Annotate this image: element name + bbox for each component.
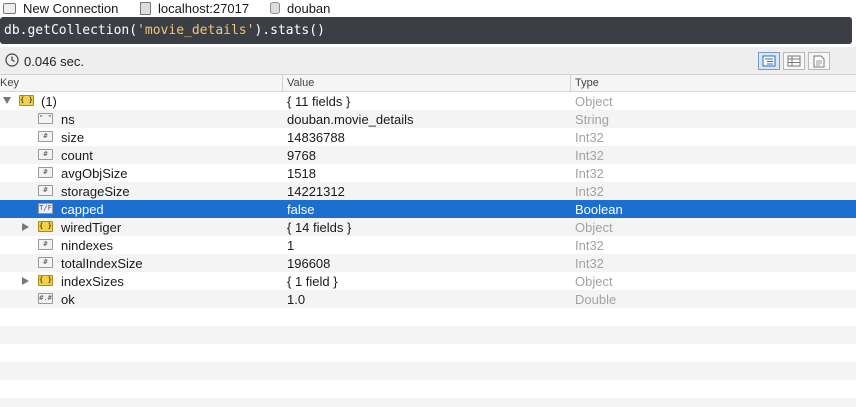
database-icon <box>270 2 280 14</box>
row-type: Object <box>575 274 613 289</box>
view-mode-toggle <box>758 52 833 70</box>
row-value: { 11 fields } <box>287 94 351 109</box>
column-header-value[interactable]: Value <box>287 77 314 89</box>
row-value: 1.0 <box>287 292 306 307</box>
row-type: Object <box>575 220 613 235</box>
query-editor[interactable]: db.getCollection('movie_details').stats(… <box>0 17 852 44</box>
row-value: 9768 <box>287 148 316 163</box>
host-crumb[interactable]: localhost:27017 <box>140 0 249 16</box>
row-key: ns <box>61 112 75 127</box>
row-value: { 14 fields } <box>287 220 352 235</box>
connection-bar: New Connection localhost:27017 douban <box>0 0 856 16</box>
row-type: Object <box>575 94 613 109</box>
row-key: size <box>61 130 85 145</box>
empty-row-stripe <box>0 362 856 380</box>
query-collection-literal: 'movie_details' <box>137 23 255 38</box>
result-status-bar: 0.046 sec. <box>0 47 856 75</box>
row-key: ok <box>61 292 75 307</box>
object-icon: { } <box>38 221 53 232</box>
row-value: 1518 <box>287 166 316 181</box>
row-type: String <box>575 112 609 127</box>
connection-crumb[interactable]: New Connection <box>0 0 118 16</box>
row-value: douban.movie_details <box>287 112 414 127</box>
table-view-button[interactable] <box>783 52 805 70</box>
row-key: (1) <box>41 94 57 109</box>
double-icon: #.# <box>38 293 53 304</box>
query-prefix: db.getCollection( <box>4 23 138 38</box>
int-icon: # <box>38 131 53 142</box>
row-type: Int32 <box>575 148 604 163</box>
row-key: wiredTiger <box>61 220 122 235</box>
database-name: douban <box>287 0 331 16</box>
column-divider[interactable] <box>570 75 571 91</box>
row-value: false <box>287 202 315 217</box>
row-key: storageSize <box>61 184 130 199</box>
row-key: count <box>61 148 93 163</box>
row-key: capped <box>61 202 104 217</box>
connection-name: New Connection <box>23 0 119 16</box>
result-row-wiredtiger[interactable]: { } wiredTiger { 14 fields } Object <box>0 218 856 236</box>
result-row-avgobjsize[interactable]: # avgObjSize 1518 Int32 <box>0 164 856 182</box>
column-divider[interactable] <box>282 75 283 91</box>
empty-row-stripe <box>0 326 856 344</box>
expand-toggle-icon[interactable] <box>22 223 29 231</box>
row-type: Int32 <box>575 166 604 181</box>
result-row-root[interactable]: { } (1) { 11 fields } Object <box>0 92 856 110</box>
row-value: { 1 field } <box>287 274 338 289</box>
table-view-icon <box>787 55 801 67</box>
row-type: Boolean <box>575 202 623 217</box>
host-name: localhost:27017 <box>158 0 250 16</box>
results-header: Key Value Type <box>0 75 856 92</box>
row-key: totalIndexSize <box>61 256 143 271</box>
row-value: 1 <box>287 238 295 253</box>
result-row-totalindexsize[interactable]: # totalIndexSize 196608 Int32 <box>0 254 856 272</box>
row-key: indexSizes <box>61 274 124 289</box>
text-view-button[interactable] <box>808 52 830 70</box>
int-icon: # <box>38 239 53 250</box>
row-key: nindexes <box>61 238 114 253</box>
int-icon: # <box>38 185 53 196</box>
boolean-icon: T/F <box>38 203 53 214</box>
row-value: 196608 <box>287 256 331 271</box>
expand-toggle-icon[interactable] <box>22 277 29 285</box>
tree-view-button[interactable] <box>758 52 780 70</box>
result-row-ok[interactable]: #.# ok 1.0 Double <box>0 290 856 308</box>
result-row-capped[interactable]: T/F capped false Boolean <box>0 200 856 218</box>
elapsed-time: 0.046 sec. <box>24 54 84 69</box>
empty-row-stripe <box>0 398 856 407</box>
row-type: Int32 <box>575 130 604 145</box>
result-row-indexsizes[interactable]: { } indexSizes { 1 field } Object <box>0 272 856 290</box>
result-row-count[interactable]: # count 9768 Int32 <box>0 146 856 164</box>
int-icon: # <box>38 149 53 160</box>
database-crumb[interactable]: douban <box>270 0 330 16</box>
column-header-key[interactable]: Key <box>0 77 19 89</box>
results-tree: { } (1) { 11 fields } Object " " ns doub… <box>0 92 856 308</box>
result-row-ns[interactable]: " " ns douban.movie_details String <box>0 110 856 128</box>
result-row-storagesize[interactable]: # storageSize 14221312 Int32 <box>0 182 856 200</box>
result-row-nindexes[interactable]: # nindexes 1 Int32 <box>0 236 856 254</box>
object-icon: { } <box>19 95 34 106</box>
string-icon: " " <box>38 113 53 124</box>
tree-view-icon <box>762 55 776 67</box>
row-type: Int32 <box>575 184 604 199</box>
int-icon: # <box>38 257 53 268</box>
object-icon: { } <box>38 275 53 286</box>
connection-icon <box>3 2 16 14</box>
row-value: 14221312 <box>287 184 345 199</box>
row-key: avgObjSize <box>61 166 128 181</box>
text-view-icon <box>813 55 825 67</box>
column-header-type[interactable]: Type <box>575 77 599 89</box>
expand-toggle-icon[interactable] <box>3 97 11 104</box>
int-icon: # <box>38 167 53 178</box>
query-suffix: ).stats() <box>254 23 325 38</box>
row-type: Double <box>575 292 617 307</box>
row-type: Int32 <box>575 238 604 253</box>
result-row-size[interactable]: # size 14836788 Int32 <box>0 128 856 146</box>
row-value: 14836788 <box>287 130 345 145</box>
row-type: Int32 <box>575 256 604 271</box>
clock-icon <box>5 53 19 67</box>
server-icon <box>140 1 151 15</box>
